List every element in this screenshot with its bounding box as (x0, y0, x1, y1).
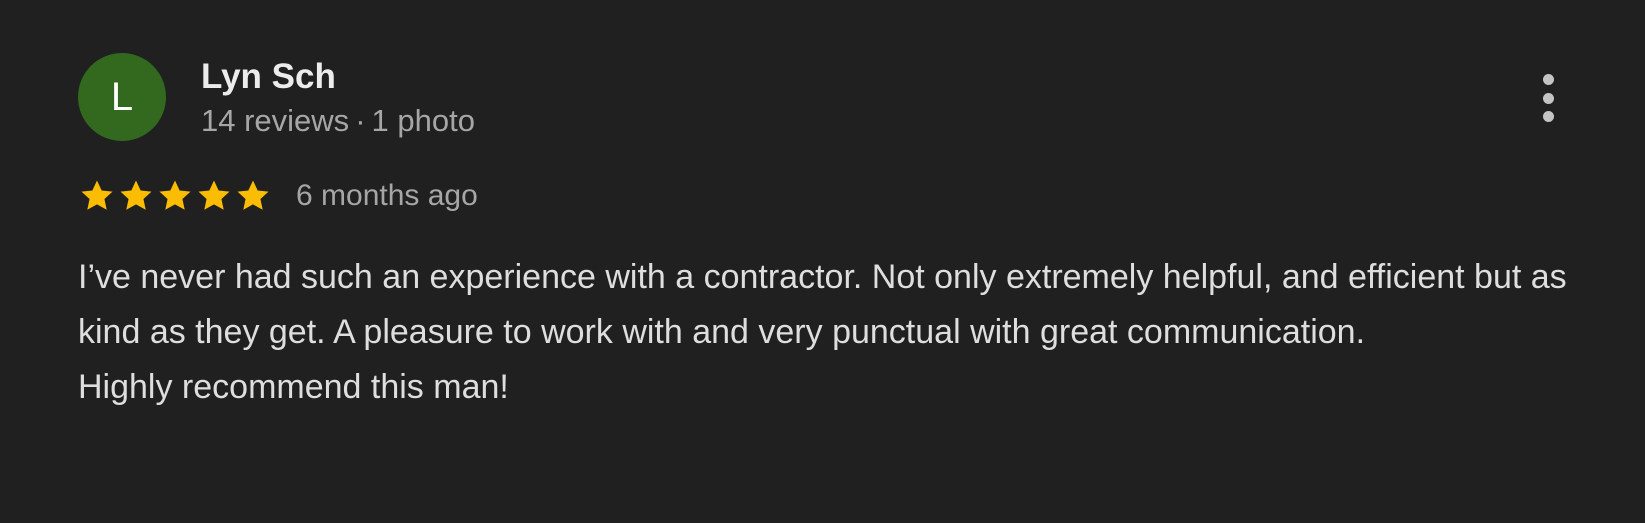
star-icon (78, 177, 116, 215)
more-vert-icon-dot (1542, 92, 1554, 104)
more-options-button[interactable] (1528, 70, 1568, 126)
review-date: 6 months ago (296, 179, 478, 212)
star-icon (156, 177, 194, 215)
more-vert-icon (1542, 74, 1554, 85)
avatar[interactable]: L (78, 53, 166, 141)
star-rating (78, 177, 273, 215)
review-paragraph: Highly recommend this man! (78, 368, 509, 406)
avatar-initial: L (110, 75, 134, 119)
star-icon (195, 177, 233, 215)
review-text: I’ve never had such an experience with a… (78, 250, 1588, 415)
rating-row: 6 months ago (78, 174, 478, 218)
star-icon (117, 177, 155, 215)
meta-separator: · (355, 103, 366, 138)
author-reviews-count: 14 reviews (201, 103, 350, 138)
more-vert-icon-dot (1542, 111, 1554, 122)
review-card: L Lyn Sch 14 reviews · 1 photo 6 months ag… (0, 0, 1645, 523)
author-photos-count: 1 photo (371, 103, 475, 138)
review-paragraph: I’ve never had such an experience with a… (78, 258, 1567, 351)
author-meta: 14 reviews · 1 photo (201, 101, 475, 141)
author-name[interactable]: Lyn Sch (201, 55, 336, 99)
star-icon (234, 177, 272, 215)
